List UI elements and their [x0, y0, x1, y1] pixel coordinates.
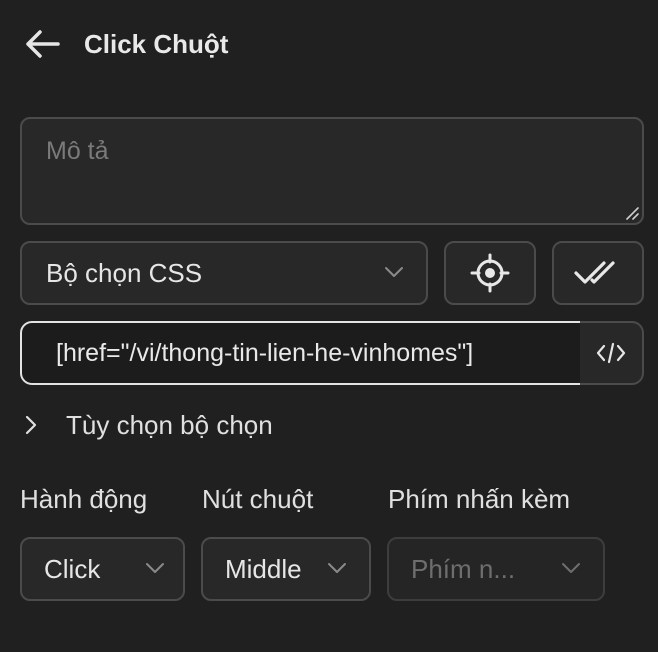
selector-input[interactable]: [href="/vi/thong-tin-lien-he-vinhomes"]: [20, 321, 582, 385]
action-label: Hành động: [20, 484, 148, 514]
selector-options-toggle[interactable]: Tùy chọn bộ chọn: [24, 404, 273, 446]
page-title: Click Chuột: [84, 28, 229, 59]
chevron-down-icon: [385, 267, 403, 277]
selector-options-label: Tùy chọn bộ chọn: [66, 409, 273, 440]
chevron-right-icon: [25, 415, 37, 435]
arrow-left-icon: [26, 30, 60, 58]
modifier-keys-label: Phím nhấn kèm: [388, 484, 571, 514]
double-check-icon: [574, 261, 615, 284]
resize-handle-icon[interactable]: [624, 205, 640, 221]
mouse-button-value: Middle: [225, 553, 302, 584]
description-textarea[interactable]: Mô tả: [20, 117, 644, 225]
chevron-down-icon: [562, 563, 580, 573]
action-select[interactable]: Click: [20, 537, 185, 601]
chevron-down-icon: [328, 563, 346, 573]
modifier-keys-select[interactable]: Phím n...: [387, 537, 605, 601]
mouse-button-label: Nút chuột: [202, 484, 314, 514]
pick-element-button[interactable]: [444, 241, 536, 305]
selector-type-select[interactable]: Bộ chọn CSS: [20, 241, 428, 305]
header: Click Chuột: [24, 22, 228, 66]
description-placeholder: Mô tả: [46, 137, 109, 165]
selector-type-value: Bộ chọn CSS: [46, 257, 203, 288]
mouse-button-select[interactable]: Middle: [201, 537, 371, 601]
verify-selector-button[interactable]: [552, 241, 644, 305]
click-mouse-panel: Click Chuột Mô tả Bộ chọn CSS [href="/vi…: [0, 0, 658, 652]
back-button[interactable]: [24, 22, 68, 66]
modifier-keys-placeholder: Phím n...: [411, 553, 516, 584]
chevron-down-icon: [146, 563, 164, 573]
action-value: Click: [44, 553, 101, 584]
code-icon: [596, 342, 626, 364]
code-button[interactable]: [580, 321, 644, 385]
crosshair-icon: [470, 253, 510, 293]
